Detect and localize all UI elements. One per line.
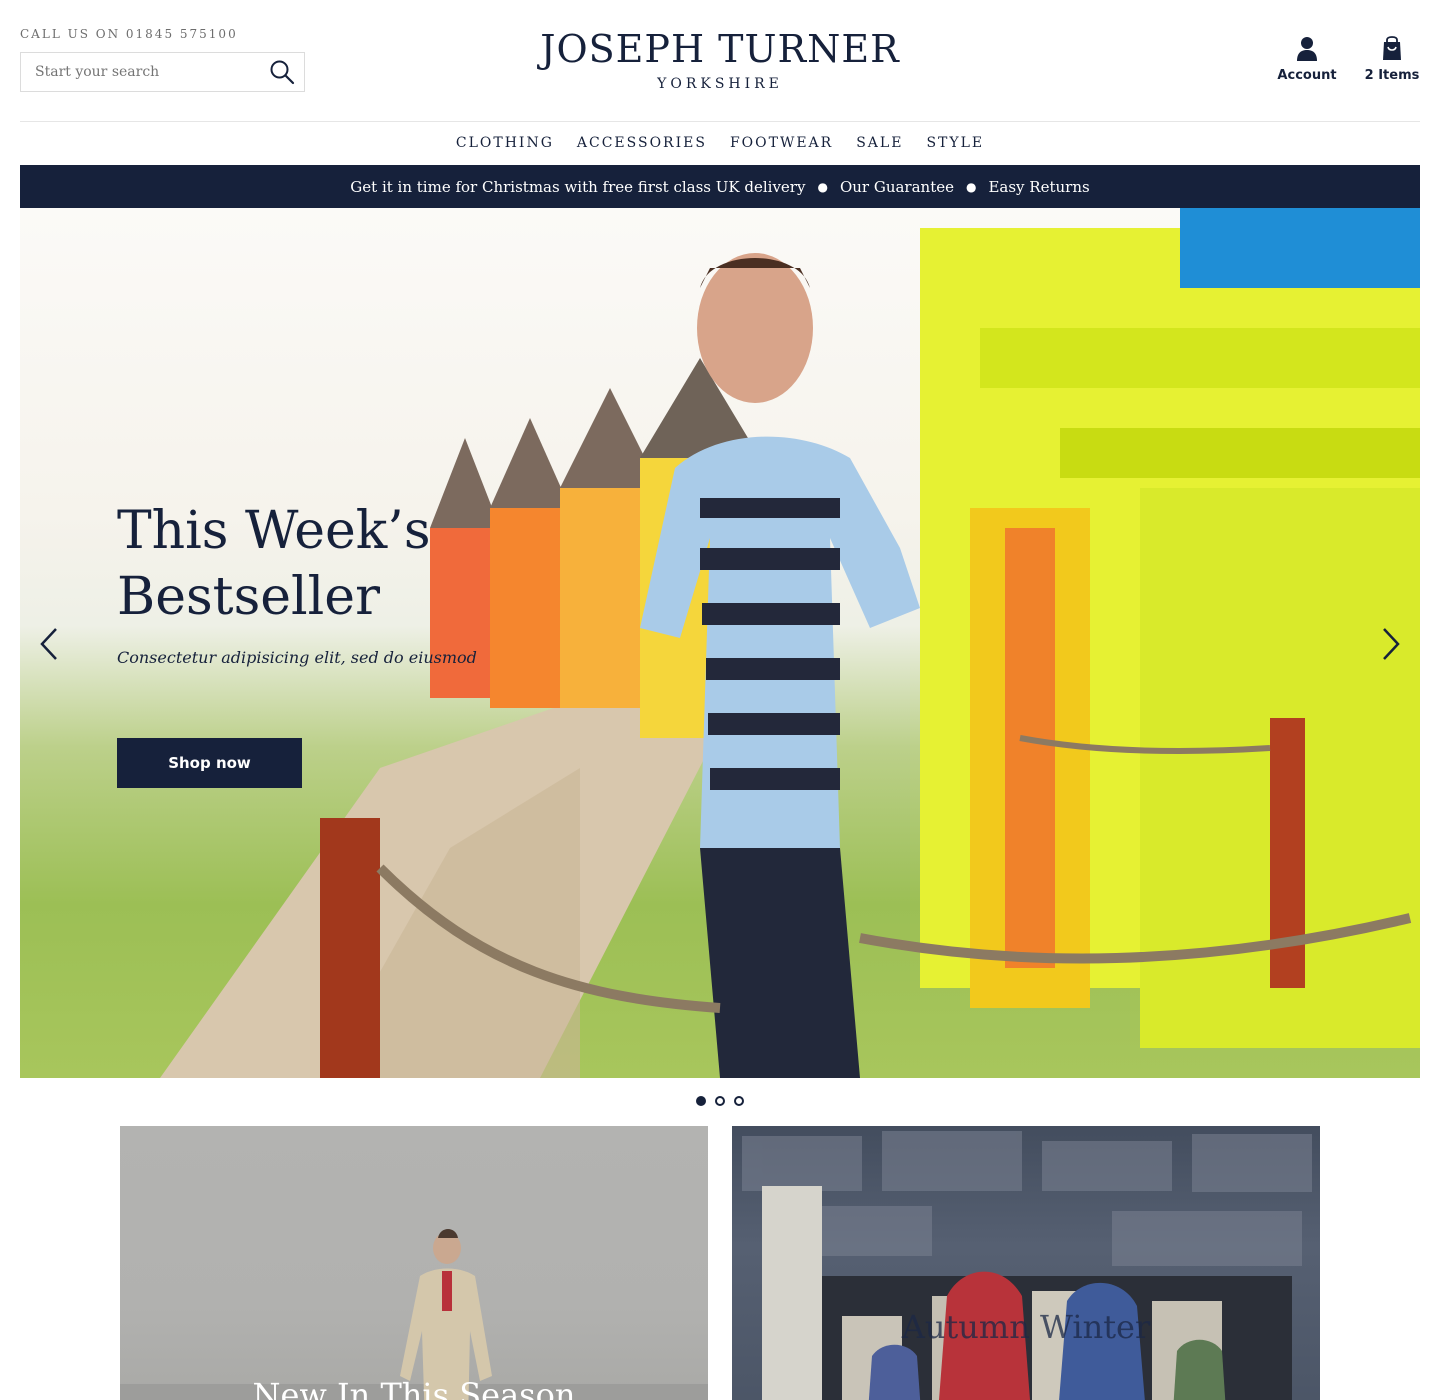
hero-title: This Week’s Bestseller <box>117 501 431 627</box>
feature-card-autumn-winter[interactable]: Autumn Winter <box>732 1126 1320 1400</box>
user-icon <box>1297 37 1317 61</box>
nav-item-clothing[interactable]: CLOTHING <box>456 132 554 154</box>
nav-item-accessories[interactable]: ACCESSORIES <box>577 132 707 154</box>
brand-logo[interactable]: JOSEPH TURNER YORKSHIRE <box>520 28 920 92</box>
nav-item-sale[interactable]: SALE <box>856 132 903 154</box>
basket-link[interactable]: 2 Items <box>1362 36 1422 83</box>
carousel-dot-2[interactable] <box>715 1096 725 1106</box>
hero-carousel: This Week’s Bestseller Consectetur adipi… <box>20 208 1420 1078</box>
search-button[interactable] <box>260 53 304 91</box>
carousel-pagination <box>0 1096 1440 1106</box>
logo-tagline: YORKSHIRE <box>657 76 783 92</box>
promo-guarantee-link[interactable]: Our Guarantee <box>840 178 954 196</box>
promo-returns-link[interactable]: Easy Returns <box>988 178 1089 196</box>
chevron-left-icon <box>40 628 57 660</box>
nav-item-footwear[interactable]: FOOTWEAR <box>730 132 833 154</box>
bullet-separator: ● <box>817 179 828 194</box>
hero-image <box>160 208 1420 1078</box>
promo-delivery-link[interactable]: Get it in time for Christmas with free f… <box>350 178 805 196</box>
phone-number: CALL US ON 01845 575100 <box>20 27 238 41</box>
carousel-dot-3[interactable] <box>734 1096 744 1106</box>
account-label: Account <box>1277 68 1337 83</box>
basket-label: 2 Items <box>1364 68 1420 83</box>
carousel-dot-1[interactable] <box>696 1096 706 1106</box>
nav-item-style[interactable]: STYLE <box>926 132 984 154</box>
search-icon <box>270 60 295 85</box>
promo-bar: Get it in time for Christmas with free f… <box>20 165 1420 208</box>
carousel-next-button[interactable] <box>1376 622 1406 666</box>
shopping-bag-icon <box>1383 36 1401 60</box>
feature-image-new-in <box>120 1229 708 1400</box>
chevron-right-icon <box>1383 628 1400 660</box>
header-divider <box>20 121 1420 122</box>
search-box <box>20 52 305 92</box>
feature-card-new-in[interactable]: New In This Season <box>120 1126 708 1400</box>
feature-card-title: Autumn Winter <box>901 1308 1151 1346</box>
feature-image-autumn-winter <box>742 1131 1312 1400</box>
main-nav: CLOTHING ACCESSORIES FOOTWEAR SALE STYLE <box>0 132 1440 154</box>
account-link[interactable]: Account <box>1276 36 1338 83</box>
logo-wordmark: JOSEPH TURNER <box>540 27 900 71</box>
shop-now-button[interactable]: Shop now <box>117 738 302 788</box>
hero-subtitle: Consectetur adipisicing elit, sed do eiu… <box>117 648 477 667</box>
feature-card-title: New In This Season <box>252 1376 576 1400</box>
carousel-prev-button[interactable] <box>34 622 64 666</box>
search-input[interactable] <box>21 53 260 91</box>
bullet-separator: ● <box>965 179 977 194</box>
